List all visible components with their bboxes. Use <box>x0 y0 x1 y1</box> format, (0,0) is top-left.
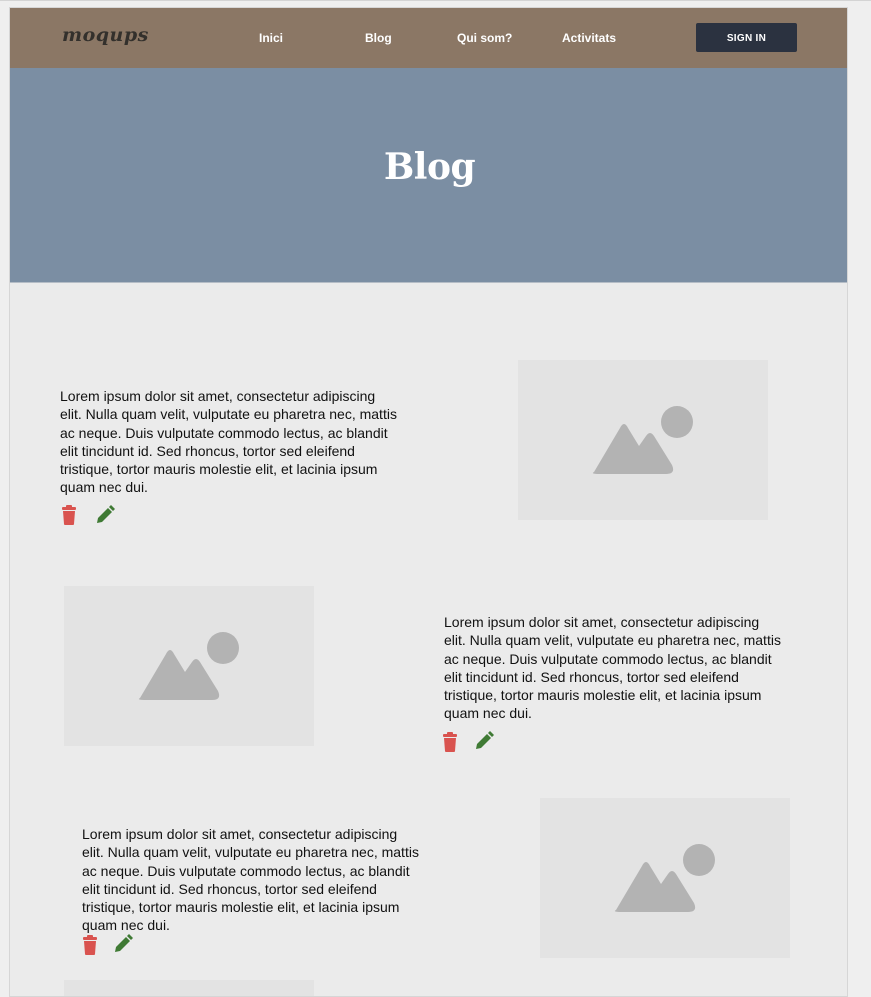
nav-link-qui-som[interactable]: Qui som? <box>457 31 512 45</box>
post-text: Lorem ipsum dolor sit amet, consectetur … <box>82 826 419 934</box>
nav-link-activitats[interactable]: Activitats <box>562 31 616 45</box>
trash-icon[interactable] <box>61 505 77 530</box>
nav-link-inici[interactable]: Inici <box>259 31 283 45</box>
post-image <box>64 586 314 746</box>
page-title: Blog <box>383 146 476 188</box>
post-image <box>518 360 768 520</box>
image-placeholder-icon <box>138 632 239 700</box>
pencil-icon[interactable] <box>474 731 494 756</box>
post-image <box>540 798 790 958</box>
image-placeholder-icon <box>592 406 693 474</box>
post-text: Lorem ipsum dolor sit amet, consectetur … <box>444 614 781 722</box>
nav-link-blog[interactable]: Blog <box>365 31 392 45</box>
page-frame: moqups Inici Blog Qui som? Activitats SI… <box>9 7 848 997</box>
image-placeholder-icon <box>614 844 715 912</box>
post-image <box>64 980 314 996</box>
trash-icon[interactable] <box>442 732 458 757</box>
window-top-border <box>0 0 871 1</box>
logo[interactable]: moqups <box>62 24 149 46</box>
hero-banner: Blog <box>10 68 847 283</box>
trash-icon[interactable] <box>82 935 98 960</box>
pencil-icon[interactable] <box>95 505 115 530</box>
sign-in-button[interactable]: SIGN IN <box>696 23 797 52</box>
post-text: Lorem ipsum dolor sit amet, consectetur … <box>60 388 397 496</box>
pencil-icon[interactable] <box>113 934 133 959</box>
navbar: moqups Inici Blog Qui som? Activitats SI… <box>10 8 847 69</box>
